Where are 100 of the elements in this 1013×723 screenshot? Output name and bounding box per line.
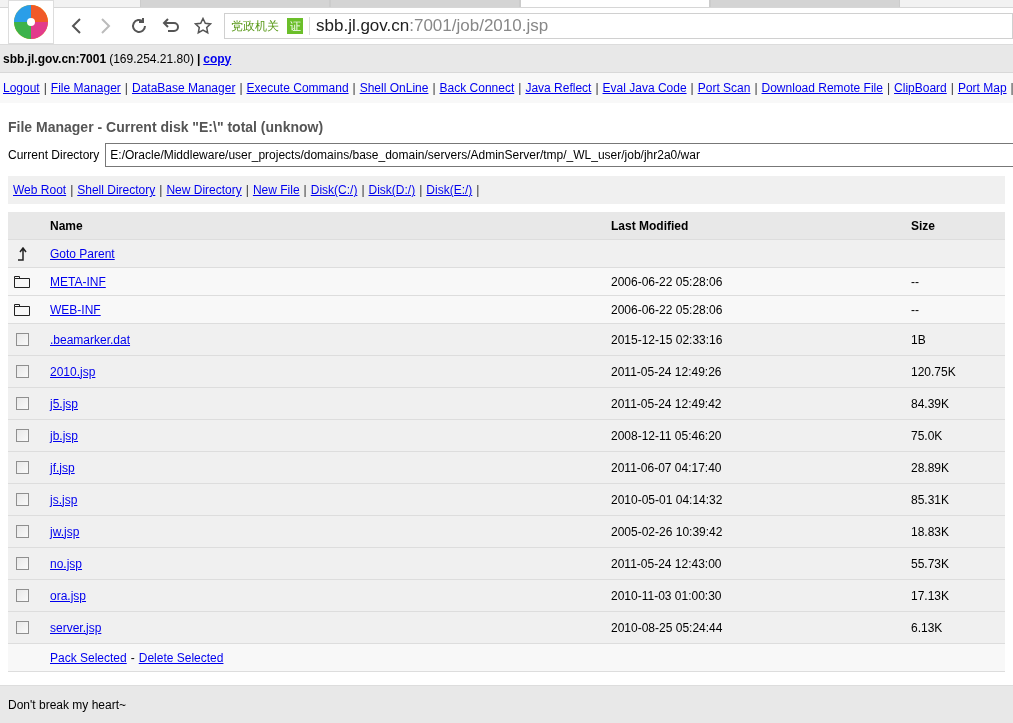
- checkbox[interactable]: [15, 621, 29, 634]
- checkbox[interactable]: [15, 365, 29, 378]
- directory-field[interactable]: E:/Oracle/Middleware/user_projects/domains/base_domain/servers/AdminServer/tmp/_WL_user/job/jhr2a0/war: [105, 143, 1013, 167]
- separator: |: [432, 80, 436, 97]
- modified-cell: 2011-05-24 12:43:00: [611, 556, 722, 571]
- checkbox[interactable]: [15, 493, 29, 506]
- separator: |: [518, 80, 522, 97]
- nav-link[interactable]: Execute Command: [246, 79, 349, 97]
- nav-link[interactable]: Eval Java Code: [602, 79, 687, 97]
- modified-cell: 2008-12-11 05:46:20: [611, 428, 722, 443]
- checkbox[interactable]: [15, 333, 29, 346]
- quick-link[interactable]: New File: [252, 181, 300, 199]
- separator: |: [950, 80, 954, 97]
- separator: |: [1010, 80, 1013, 97]
- checkbox[interactable]: [15, 557, 29, 570]
- nav-link[interactable]: File Manager: [50, 79, 121, 97]
- file-link[interactable]: Goto Parent: [50, 246, 115, 261]
- star-icon[interactable]: [194, 17, 212, 35]
- nav-link[interactable]: Back Connect: [439, 79, 515, 97]
- size-cell: 85.31K: [911, 492, 950, 507]
- host-text: sbb.jl.gov.cn:7001: [3, 50, 107, 68]
- separator: |: [196, 50, 201, 68]
- quick-link[interactable]: Disk(C:/): [310, 181, 358, 199]
- quick-link[interactable]: Disk(D:/): [368, 181, 416, 199]
- size-cell: 75.0K: [911, 428, 943, 443]
- file-link[interactable]: no.jsp: [50, 556, 83, 571]
- separator: -: [130, 649, 135, 667]
- separator: |: [419, 182, 423, 199]
- file-link[interactable]: jb.jsp: [50, 428, 78, 443]
- size-cell: 6.13K: [911, 620, 943, 635]
- column-header: Size: [911, 217, 935, 235]
- file-link[interactable]: WEB-INF: [50, 302, 101, 317]
- page-title: File Manager - Current disk "E:\" total (unknow): [8, 118, 325, 137]
- browser-logo[interactable]: [8, 0, 54, 44]
- separator: |: [43, 80, 47, 97]
- size-cell: 55.73K: [911, 556, 950, 571]
- file-link[interactable]: server.jsp: [50, 620, 102, 635]
- back-icon[interactable]: [70, 17, 82, 35]
- footer-text: Don't break my heart~: [8, 696, 126, 714]
- separator: |: [303, 182, 307, 199]
- size-cell: 120.75K: [911, 364, 956, 379]
- folder-icon: [14, 275, 30, 288]
- separator: |: [754, 80, 758, 97]
- column-header: Last Modified: [611, 217, 690, 235]
- separator: |: [70, 182, 74, 199]
- modified-cell: 2010-08-25 05:24:44: [611, 620, 723, 635]
- file-link[interactable]: .beamarker.dat: [50, 332, 131, 347]
- size-cell: 17.13K: [911, 588, 950, 603]
- modified-cell: 2011-06-07 04:17:40: [611, 460, 722, 475]
- separator: |: [159, 182, 163, 199]
- up-arrow-icon: [17, 246, 27, 261]
- modified-cell: 2006-06-22 05:28:06: [611, 302, 723, 317]
- reload-icon[interactable]: [130, 17, 148, 35]
- modified-cell: 2006-06-22 05:28:06: [611, 274, 723, 289]
- quick-link[interactable]: New Directory: [166, 181, 242, 199]
- size-cell: 28.89K: [911, 460, 950, 475]
- delete-link[interactable]: Delete Selected: [138, 648, 224, 667]
- checkbox[interactable]: [15, 397, 29, 410]
- file-link[interactable]: META-INF: [50, 274, 106, 289]
- checkbox[interactable]: [15, 525, 29, 538]
- modified-cell: 2011-05-24 12:49:42: [611, 396, 722, 411]
- checkbox[interactable]: [15, 429, 29, 442]
- nav-link[interactable]: Logout: [3, 79, 40, 97]
- file-link[interactable]: jw.jsp: [50, 524, 80, 539]
- nav-link[interactable]: Download Remote File: [761, 79, 883, 97]
- separator: |: [886, 80, 891, 97]
- column-header: Name: [50, 217, 84, 235]
- ip-text: (169.254.21.80): [109, 50, 194, 68]
- url-text: sbb.jl.gov.cn:7001/job/2010.jsp: [316, 15, 549, 38]
- quick-link[interactable]: Web Root: [13, 181, 67, 199]
- nav-link[interactable]: Java Reflect: [525, 79, 592, 97]
- file-link[interactable]: jf.jsp: [50, 460, 75, 475]
- file-link[interactable]: js.jsp: [50, 492, 78, 507]
- nav-link[interactable]: Shell OnLine: [359, 79, 429, 97]
- separator: |: [595, 80, 599, 97]
- forward-icon[interactable]: [100, 17, 112, 35]
- quick-link[interactable]: Shell Directory: [77, 181, 156, 199]
- address-bar[interactable]: 党政机关 证 sbb.jl.gov.cn:7001/job/2010.jsp: [224, 13, 1013, 39]
- nav-link[interactable]: Port Scan: [697, 79, 751, 97]
- copy-link[interactable]: copy: [203, 49, 232, 68]
- separator: |: [239, 80, 243, 97]
- checkbox[interactable]: [15, 589, 29, 602]
- nav-link[interactable]: Port Map: [957, 79, 1007, 97]
- size-cell: 84.39K: [911, 396, 950, 411]
- file-link[interactable]: ora.jsp: [50, 588, 87, 603]
- nav-link[interactable]: DataBase Manager: [132, 79, 236, 97]
- checkbox[interactable]: [15, 461, 29, 474]
- file-link[interactable]: j5.jsp: [50, 396, 78, 411]
- quick-link[interactable]: Disk(E:/): [426, 181, 473, 199]
- undo-icon[interactable]: [162, 17, 180, 35]
- separator: |: [124, 80, 128, 97]
- modified-cell: 2011-05-24 12:49:26: [611, 364, 722, 379]
- certificate-badge: 证: [287, 18, 303, 34]
- size-cell: --: [911, 274, 919, 289]
- separator: |: [476, 182, 480, 199]
- nav-link[interactable]: ClipBoard: [894, 79, 947, 97]
- separator: |: [352, 80, 356, 97]
- pack-link[interactable]: Pack Selected: [50, 648, 127, 667]
- file-link[interactable]: 2010.jsp: [50, 364, 96, 379]
- size-cell: 1B: [911, 332, 926, 347]
